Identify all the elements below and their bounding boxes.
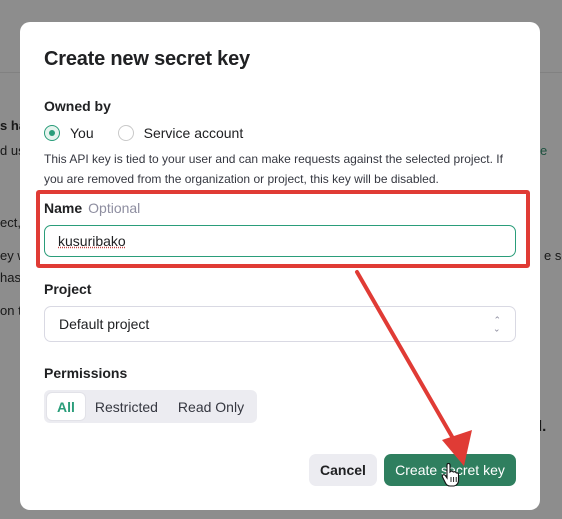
name-label: Name <box>44 200 83 216</box>
permission-option-read-only[interactable]: Read Only <box>168 393 254 420</box>
optional-label: Optional <box>88 200 141 216</box>
owned-by-help-text: This API key is tied to your user and ca… <box>44 152 503 186</box>
project-select[interactable]: Default project ⌃ ⌃ <box>44 306 516 342</box>
owned-by-label: Owned by <box>44 98 111 114</box>
name-field-label: Name Optional <box>44 200 140 216</box>
dialog-title: Create new secret key <box>44 48 250 70</box>
radio-selected-dot <box>49 130 55 136</box>
radio-you[interactable] <box>44 125 60 141</box>
radio-service-account[interactable] <box>117 125 134 141</box>
name-input-value: kusuribako <box>58 233 126 249</box>
create-secret-key-button[interactable]: Create secret key <box>384 454 516 486</box>
create-secret-key-dialog: Create new secret key Owned by You Servi… <box>20 22 540 510</box>
chevron-updown-icon: ⌃ ⌃ <box>493 315 501 334</box>
project-label: Project <box>44 281 92 297</box>
project-select-value: Default project <box>59 316 150 332</box>
owned-by-radio-group: You Service account <box>44 123 267 143</box>
radio-you-label[interactable]: You <box>70 125 94 141</box>
permission-option-all[interactable]: All <box>47 393 85 420</box>
cancel-button[interactable]: Cancel <box>309 454 377 486</box>
permissions-segmented-control: All Restricted Read Only <box>44 390 258 423</box>
permission-option-restricted[interactable]: Restricted <box>85 393 168 420</box>
radio-service-account-label[interactable]: Service account <box>144 125 244 141</box>
permissions-label: Permissions <box>44 365 128 381</box>
